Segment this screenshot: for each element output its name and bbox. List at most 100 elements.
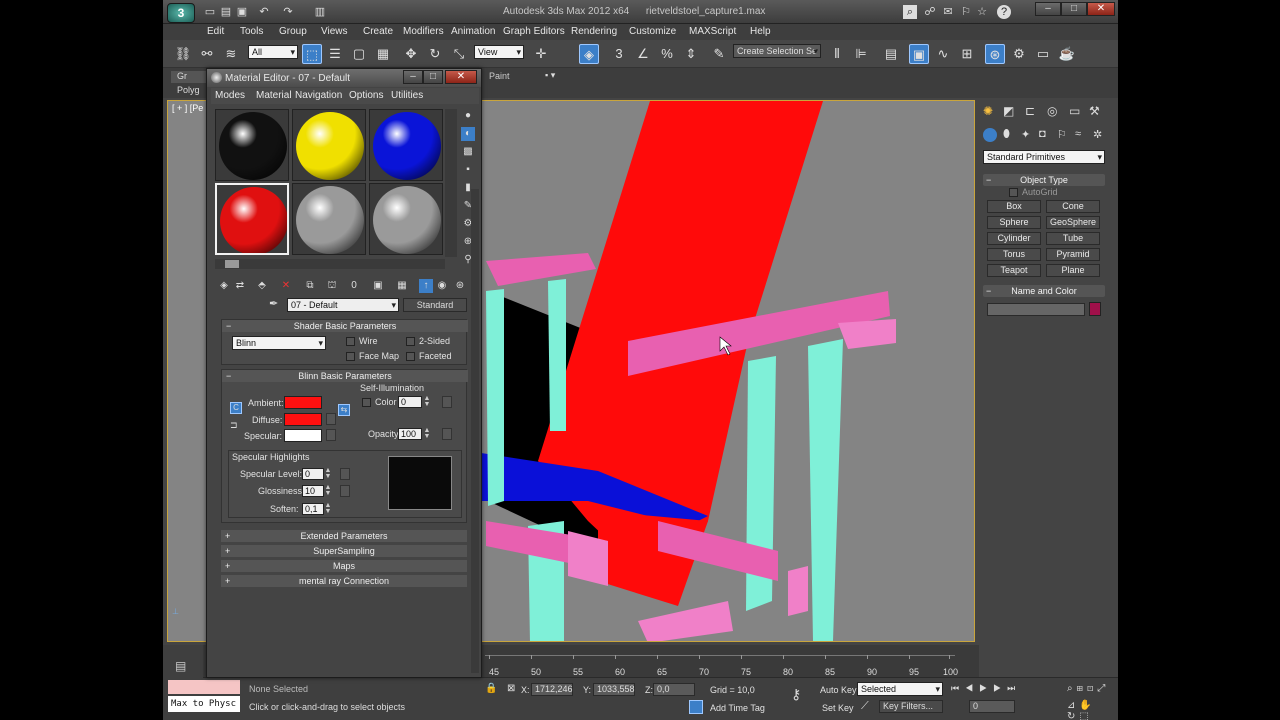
faceted-checkbox[interactable]: [406, 352, 415, 361]
absolute-mode-icon[interactable]: ⊠: [507, 683, 515, 694]
opacity-spinner[interactable]: ▲ ▼: [423, 427, 431, 440]
object-name-field[interactable]: [987, 303, 1085, 316]
cone-button[interactable]: Cone: [1046, 200, 1100, 213]
lock-maps-button[interactable]: ⇆: [338, 404, 350, 416]
menu-maxscript[interactable]: MAXScript: [689, 26, 736, 37]
material-editor-icon[interactable]: ⊛: [985, 44, 1005, 64]
eyedropper-icon[interactable]: ✒: [269, 297, 278, 310]
select-manipulate-icon[interactable]: ◈: [579, 44, 599, 64]
opacity-value[interactable]: 100: [398, 428, 422, 440]
ambient-color-swatch[interactable]: [284, 396, 322, 409]
rotate-icon[interactable]: ↻: [425, 44, 445, 64]
app-logo-icon[interactable]: 3: [167, 3, 195, 23]
autogrid-checkbox[interactable]: [1009, 188, 1018, 197]
menu-rendering[interactable]: Rendering: [571, 26, 617, 37]
supersampling-rollout[interactable]: + SuperSampling: [221, 545, 467, 557]
modify-tab-icon[interactable]: ◩: [1003, 104, 1014, 118]
get-material-icon[interactable]: ◈: [217, 279, 231, 293]
specular-level-map-button[interactable]: [340, 468, 350, 480]
unlink-icon[interactable]: ⚯: [197, 44, 217, 64]
object-type-rollout-header[interactable]: − Object Type: [983, 174, 1105, 186]
slots-vertical-scrollbar[interactable]: [445, 109, 457, 257]
viewport-nav-controls[interactable]: ⌕⊞⊡⤢: [1067, 683, 1109, 694]
material-type-button[interactable]: Standard: [403, 298, 467, 312]
time-ruler[interactable]: 45 50 55 60 65 70 75 80 85 90 95 100: [485, 655, 958, 677]
link-icon[interactable]: ⛓: [173, 44, 193, 64]
time-tag-icon[interactable]: [689, 700, 703, 714]
help-icon[interactable]: ?: [997, 5, 1011, 19]
me-menu-modes[interactable]: Modes: [215, 90, 245, 101]
create-tab-icon[interactable]: ✺: [983, 104, 993, 118]
menu-graph-editors[interactable]: Graph Editors: [503, 26, 565, 37]
menu-create[interactable]: Create: [363, 26, 393, 37]
subscription-icon[interactable]: ✉: [941, 5, 955, 19]
menu-tools[interactable]: Tools: [240, 26, 263, 37]
undo-icon[interactable]: ↶: [257, 5, 271, 19]
soften-value[interactable]: 0,1: [302, 503, 324, 515]
background-icon[interactable]: ▩: [461, 145, 475, 159]
material-editor-titlebar[interactable]: Material Editor - 07 - Default – □ ✕: [207, 69, 481, 87]
lights-icon[interactable]: ✦: [1021, 128, 1030, 141]
set-key-mode-icon[interactable]: ⚷: [791, 686, 801, 703]
self-illum-map-button[interactable]: [442, 396, 452, 408]
sample-slot-1[interactable]: [215, 109, 289, 181]
angle-snap-icon[interactable]: ∠: [633, 44, 653, 64]
two-sided-checkbox[interactable]: [406, 337, 415, 346]
render-teapot-icon[interactable]: ☕: [1057, 44, 1077, 64]
display-tab-icon[interactable]: ▭: [1069, 104, 1080, 118]
set-key-button[interactable]: Set Key: [822, 703, 854, 713]
named-selection-dropdown[interactable]: Create Selection Se: [733, 44, 821, 58]
hierarchy-tab-icon[interactable]: ⊏: [1025, 104, 1035, 118]
redo-icon[interactable]: ↷: [281, 5, 295, 19]
systems-icon[interactable]: ✲: [1093, 128, 1102, 141]
extended-parameters-rollout[interactable]: + Extended Parameters: [221, 530, 467, 542]
me-maximize-button[interactable]: □: [423, 70, 443, 84]
go-forward-sibling-icon[interactable]: ◉: [435, 279, 449, 293]
render-setup-icon[interactable]: ⚙: [1009, 44, 1029, 64]
maps-rollout[interactable]: + Maps: [221, 560, 467, 572]
me-menu-utilities[interactable]: Utilities: [391, 90, 423, 101]
spacewarps-icon[interactable]: ≈: [1075, 128, 1081, 140]
diffuse-color-swatch[interactable]: [284, 413, 322, 426]
glossiness-value[interactable]: 10: [302, 485, 324, 497]
project-folder-icon[interactable]: ▥: [313, 5, 327, 19]
reset-map-icon[interactable]: ✕: [279, 279, 293, 293]
rendered-frame-icon[interactable]: ▭: [1033, 44, 1053, 64]
scale-icon[interactable]: ⤡: [449, 44, 469, 64]
face-map-checkbox[interactable]: [346, 352, 355, 361]
percent-snap-icon[interactable]: %: [657, 44, 677, 64]
ribbon-options-icon[interactable]: ▪ ▾: [545, 70, 555, 81]
pick-material-icon[interactable]: ⊛: [453, 279, 467, 293]
edit-named-selection-icon[interactable]: ✎: [709, 44, 729, 64]
box-button[interactable]: Box: [987, 200, 1041, 213]
sphere-button[interactable]: Sphere: [987, 216, 1041, 229]
menu-customize[interactable]: Customize: [629, 26, 676, 37]
search-field-icon[interactable]: ⌕: [903, 5, 917, 19]
show-end-result-icon[interactable]: ▦: [395, 279, 409, 293]
spinner-snap-icon[interactable]: ⇕: [681, 44, 701, 64]
material-editor-scrollbar[interactable]: [471, 189, 479, 673]
key-filters-button[interactable]: Key Filters...: [879, 700, 943, 713]
utilities-tab-icon[interactable]: ⚒: [1089, 104, 1100, 118]
menu-help[interactable]: Help: [750, 26, 771, 37]
key-filter-icon[interactable]: ⟋: [861, 700, 869, 713]
backlight-icon[interactable]: ◐: [461, 127, 475, 141]
cylinder-button[interactable]: Cylinder: [987, 232, 1041, 245]
category-dropdown[interactable]: Standard Primitives: [983, 150, 1105, 164]
put-to-scene-icon[interactable]: ⇄: [233, 279, 247, 293]
minimize-button[interactable]: –: [1035, 2, 1061, 16]
me-minimize-button[interactable]: –: [403, 70, 423, 84]
go-to-parent-icon[interactable]: ↑: [419, 279, 433, 293]
show-map-icon[interactable]: ▣: [371, 279, 385, 293]
scrollbar-thumb[interactable]: [225, 260, 239, 268]
self-illum-spinner[interactable]: ▲ ▼: [423, 395, 431, 408]
auto-key-button[interactable]: Auto Key: [820, 685, 857, 695]
bind-spacewarp-icon[interactable]: ≋: [221, 44, 241, 64]
wire-checkbox[interactable]: [346, 337, 355, 346]
geosphere-button[interactable]: GeoSphere: [1046, 216, 1100, 229]
orbit-pan-controls[interactable]: ⊿✋↻⬚: [1067, 700, 1118, 720]
specular-level-spinner[interactable]: ▲ ▼: [324, 467, 332, 480]
sample-type-icon[interactable]: ●: [461, 109, 475, 123]
self-illum-value[interactable]: 0: [398, 396, 422, 408]
motion-tab-icon[interactable]: ◎: [1047, 104, 1057, 118]
